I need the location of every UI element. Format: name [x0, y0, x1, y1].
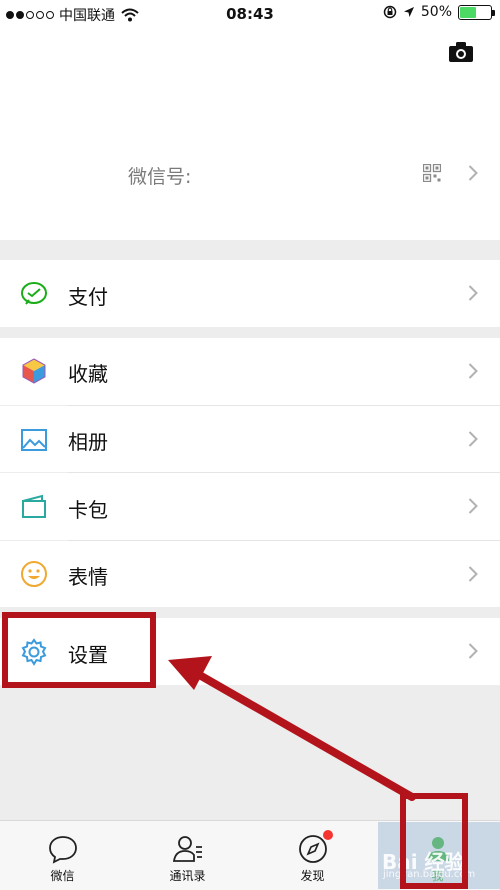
- favorites-cube-icon: [22, 358, 46, 384]
- location-icon: [403, 7, 414, 17]
- menu-label-stickers: 表情: [68, 565, 108, 589]
- annotation-box-settings: [2, 612, 156, 688]
- card-wallet-icon: [22, 494, 46, 518]
- battery-percent: 50%: [420, 4, 452, 20]
- tab-contacts[interactable]: 通讯录: [125, 821, 250, 890]
- tab-discover[interactable]: 发现: [250, 821, 375, 890]
- chevron-right-icon: [468, 566, 478, 582]
- qr-code-icon[interactable]: [423, 164, 441, 182]
- rotation-lock-icon: [383, 5, 397, 19]
- status-right: 50%: [383, 4, 495, 20]
- chevron-right-icon: [468, 498, 478, 514]
- chevron-right-icon: [468, 165, 478, 181]
- chat-bubble-icon: [48, 836, 77, 864]
- tab-label: 通讯录: [169, 869, 206, 883]
- tab-label: 发现: [300, 869, 325, 883]
- menu-item-stickers[interactable]: 表情: [0, 541, 500, 607]
- menu-item-cards[interactable]: 卡包: [0, 473, 500, 540]
- smiley-icon: [21, 561, 47, 587]
- album-icon: [21, 429, 47, 451]
- menu-item-album[interactable]: 相册: [0, 406, 500, 472]
- tab-chats[interactable]: 微信: [0, 821, 125, 890]
- menu-label-cards: 卡包: [68, 498, 108, 522]
- wechat-id-label: 微信号:: [128, 166, 192, 188]
- chevron-right-icon: [468, 285, 478, 301]
- contacts-icon: [172, 836, 202, 862]
- chevron-right-icon: [468, 643, 478, 659]
- annotation-box-me-tab: [400, 793, 468, 889]
- chevron-right-icon: [468, 431, 478, 447]
- camera-icon[interactable]: [449, 42, 473, 62]
- menu-item-favorites[interactable]: 收藏: [0, 338, 500, 405]
- tab-label: 微信: [50, 869, 75, 883]
- profile-header[interactable]: 微信号:: [0, 28, 500, 240]
- menu-label-album: 相册: [68, 430, 108, 454]
- battery-icon: [458, 4, 495, 20]
- menu-item-pay[interactable]: 支付: [0, 260, 500, 327]
- chevron-right-icon: [468, 363, 478, 379]
- menu-label-pay: 支付: [68, 285, 108, 309]
- menu-label-favorites: 收藏: [68, 362, 108, 386]
- wallet-icon: [21, 282, 47, 305]
- status-bar: 中国联通 08:43 50%: [0, 0, 500, 28]
- unread-badge: [323, 830, 333, 840]
